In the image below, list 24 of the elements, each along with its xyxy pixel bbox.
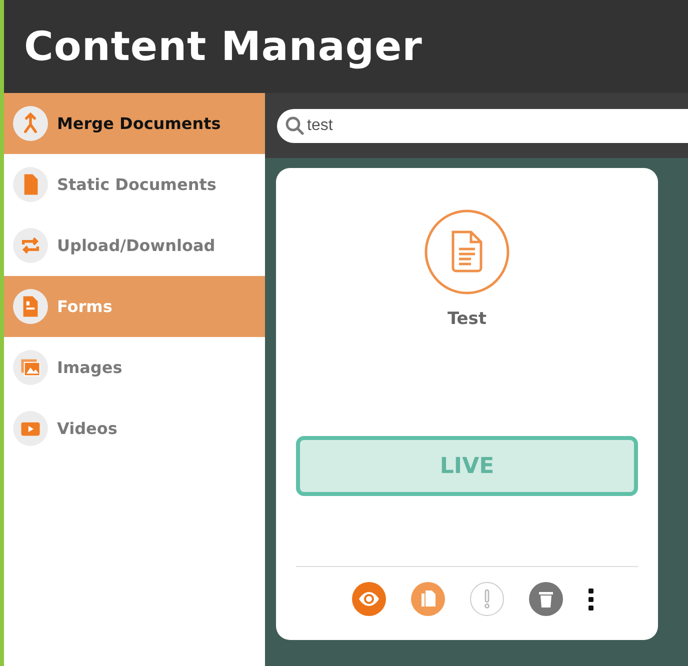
delete-button[interactable] bbox=[529, 582, 563, 616]
search-bar[interactable]: test bbox=[277, 108, 688, 142]
sidebar-item[interactable]: Upload/Download bbox=[4, 215, 265, 276]
sidebar-item[interactable]: Merge Documents bbox=[4, 93, 265, 154]
image-icon bbox=[12, 349, 49, 386]
status-badge: LIVE bbox=[296, 436, 638, 496]
document-icon bbox=[12, 166, 49, 203]
alert-button[interactable] bbox=[470, 582, 504, 616]
form-icon bbox=[12, 288, 49, 325]
exclamation-icon bbox=[484, 589, 490, 609]
sidebar-item[interactable]: Videos bbox=[4, 398, 265, 459]
card-title: Test bbox=[447, 309, 487, 329]
copy-button[interactable] bbox=[411, 582, 445, 616]
more-icon bbox=[588, 588, 594, 610]
sidebar-item[interactable]: Forms bbox=[4, 276, 265, 337]
sidebar-item[interactable]: Images bbox=[4, 337, 265, 398]
document-icon bbox=[424, 209, 510, 295]
swap-arrows-icon bbox=[12, 227, 49, 264]
sidebar-item[interactable]: Static Documents bbox=[4, 154, 265, 215]
play-icon bbox=[12, 410, 49, 447]
view-button[interactable] bbox=[352, 582, 386, 616]
app-title: Content Manager bbox=[24, 24, 422, 70]
search-icon bbox=[285, 116, 305, 136]
merge-icon bbox=[12, 105, 49, 142]
